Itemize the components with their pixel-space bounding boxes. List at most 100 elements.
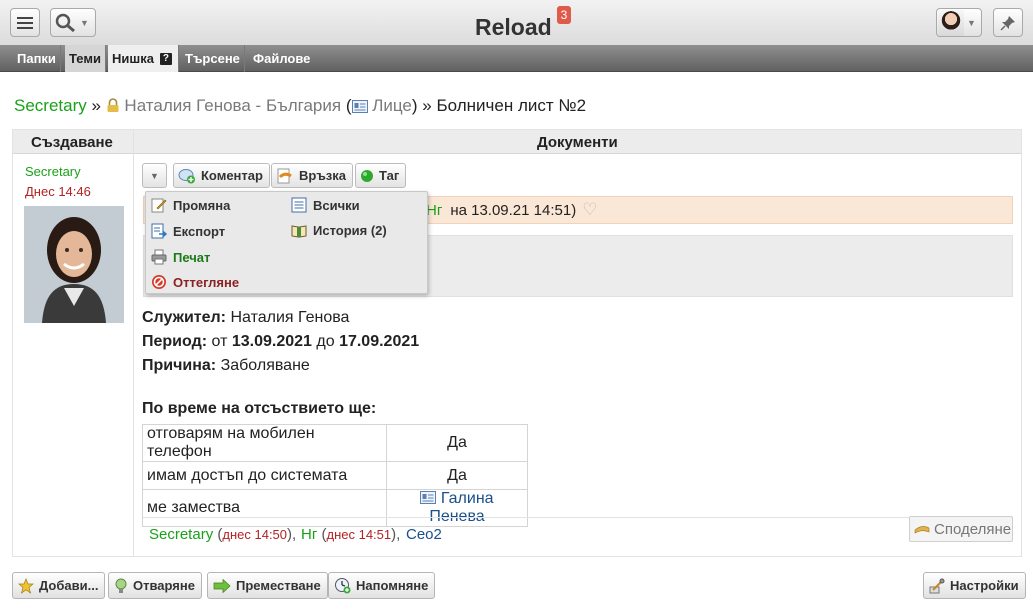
move-button-label: Преместване bbox=[236, 578, 321, 593]
breadcrumb-separator: » bbox=[422, 96, 432, 115]
period-from-word: от bbox=[211, 333, 228, 350]
tab-search[interactable]: Търсене bbox=[181, 45, 245, 72]
arrow-right-icon bbox=[213, 578, 231, 593]
tab-thread-label: Нишка bbox=[112, 51, 154, 66]
column-divider bbox=[133, 130, 134, 556]
add-button[interactable]: Добави... bbox=[12, 572, 106, 599]
tag-button-label: Таг bbox=[379, 168, 400, 183]
menu-item-print[interactable]: Печат bbox=[151, 249, 210, 265]
actions-dropdown-menu: Промяна Всички Експорт История (2) Печат… bbox=[145, 191, 428, 294]
search-icon bbox=[55, 13, 75, 32]
more-actions-button[interactable]: ▼ bbox=[142, 163, 167, 188]
absence-title: По време на отсъствието ще: bbox=[142, 400, 377, 417]
column-author-header: Създаване bbox=[31, 134, 113, 151]
open-button-label: Отваряне bbox=[133, 578, 195, 593]
employee-value: Наталия Генова bbox=[230, 309, 350, 326]
menu-item-export[interactable]: Експорт bbox=[151, 223, 225, 239]
comment-icon bbox=[178, 168, 195, 183]
heart-icon[interactable]: ♡ bbox=[582, 200, 597, 220]
pin-button[interactable] bbox=[993, 8, 1023, 37]
share-button[interactable]: Споделяне bbox=[909, 516, 1013, 542]
contact-card-icon bbox=[351, 100, 368, 113]
post-author[interactable]: Secretary bbox=[25, 164, 81, 179]
menu-item-export-label: Експорт bbox=[173, 223, 226, 239]
tab-folders[interactable]: Папки bbox=[13, 45, 61, 72]
reader-date: днес 14:51 bbox=[326, 527, 392, 542]
add-button-label: Добави... bbox=[39, 578, 99, 593]
table-row: имам достъп до системата Да bbox=[142, 461, 528, 490]
cancel-icon bbox=[152, 275, 166, 289]
tab-bar: Папки Теми Нишка ? Търсене Файлове bbox=[0, 45, 1033, 72]
table-cell-question: имам достъп до системата bbox=[142, 461, 387, 490]
employee-field: Служител: Наталия Генова bbox=[142, 309, 349, 327]
period-to-date: 17.09.2021 bbox=[339, 333, 420, 350]
breadcrumb-separator: » bbox=[91, 96, 101, 115]
list-icon bbox=[291, 197, 307, 213]
move-button[interactable]: Преместване bbox=[207, 572, 328, 599]
menu-item-withdraw[interactable]: Оттегляне bbox=[151, 274, 239, 290]
reader-name[interactable]: Нг bbox=[301, 526, 317, 543]
link-button-label: Връзка bbox=[299, 168, 347, 183]
author-photo bbox=[24, 206, 124, 323]
table-header: Създаване Документи bbox=[13, 130, 1021, 154]
table-row: отговарям на мобилен телефон Да bbox=[142, 424, 528, 462]
comment-button-label: Коментар bbox=[201, 168, 263, 183]
help-icon[interactable]: ? bbox=[159, 52, 172, 65]
link-button[interactable]: Връзка bbox=[271, 163, 354, 188]
tag-dot-icon bbox=[361, 169, 373, 182]
reader-item: Secretary (днес 14:50), bbox=[149, 526, 297, 543]
bottom-toolbar: Добави... Отваряне Преместване Напомняне bbox=[0, 565, 1033, 613]
reader-date: днес 14:50 bbox=[222, 527, 288, 542]
bulb-icon bbox=[115, 578, 127, 593]
breadcrumb-current: Болничен лист №2 bbox=[436, 96, 587, 115]
breadcrumb-root[interactable]: Secretary bbox=[14, 96, 87, 115]
main-menu-button[interactable] bbox=[10, 8, 40, 37]
breadcrumb: Secretary » Наталия Генова - България ( … bbox=[14, 96, 586, 116]
app-title[interactable]: Reload bbox=[475, 14, 552, 41]
menu-item-edit-label: Промяна bbox=[173, 197, 231, 213]
breadcrumb-type[interactable]: Лице bbox=[372, 96, 412, 115]
star-icon bbox=[18, 577, 34, 594]
user-menu-button[interactable]: ▼ bbox=[936, 8, 982, 37]
share-icon bbox=[914, 526, 930, 534]
hamburger-icon bbox=[17, 16, 33, 29]
tools-icon bbox=[929, 578, 945, 593]
message-author[interactable]: Нг bbox=[426, 202, 442, 219]
settings-button-label: Настройки bbox=[950, 578, 1019, 593]
tab-topics[interactable]: Теми bbox=[65, 45, 106, 72]
menu-item-all[interactable]: Всички bbox=[291, 197, 360, 213]
reader-name[interactable]: Ceo2 bbox=[406, 526, 442, 543]
table-cell-question: отговарям на мобилен телефон bbox=[142, 424, 387, 462]
remind-button-label: Напомняне bbox=[356, 578, 429, 593]
pin-icon bbox=[1000, 15, 1015, 31]
reader-name[interactable]: Secretary bbox=[149, 526, 213, 543]
comment-button[interactable]: Коментар bbox=[173, 163, 270, 188]
breadcrumb-folder[interactable]: Наталия Генова - България bbox=[124, 96, 341, 115]
table-cell-answer: Да bbox=[386, 461, 528, 490]
menu-item-edit[interactable]: Промяна bbox=[151, 197, 230, 213]
tab-files[interactable]: Файлове bbox=[249, 45, 314, 72]
search-button[interactable]: ▼ bbox=[50, 8, 96, 37]
share-button-label: Споделяне bbox=[934, 520, 1012, 538]
menu-item-history[interactable]: История (2) bbox=[291, 223, 387, 238]
chevron-down-icon: ▼ bbox=[150, 170, 159, 181]
post-date: Днес 14:46 bbox=[25, 184, 91, 199]
avatar bbox=[938, 9, 964, 36]
open-button[interactable]: Отваряне bbox=[108, 572, 202, 599]
chevron-down-icon: ▼ bbox=[967, 17, 976, 28]
reason-label: Причина: bbox=[142, 357, 217, 374]
tab-thread[interactable]: Нишка ? bbox=[108, 45, 179, 72]
menu-item-history-label: История (2) bbox=[313, 223, 387, 238]
remind-button[interactable]: Напомняне bbox=[328, 572, 436, 599]
settings-button[interactable]: Настройки bbox=[923, 572, 1026, 599]
period-to-word: до bbox=[316, 333, 335, 350]
link-icon bbox=[277, 168, 292, 183]
tag-button[interactable]: Таг bbox=[355, 163, 407, 188]
menu-item-print-label: Печат bbox=[173, 249, 211, 265]
edit-icon bbox=[151, 198, 167, 213]
message-date: на 13.09.21 14:51) bbox=[450, 201, 577, 219]
reader-item: Нг (днес 14:51), bbox=[301, 526, 401, 543]
readers-line: Secretary (днес 14:50), Нг (днес 14:51),… bbox=[143, 517, 1013, 547]
menu-item-all-label: Всички bbox=[313, 197, 360, 213]
chevron-down-icon: ▼ bbox=[80, 17, 89, 28]
